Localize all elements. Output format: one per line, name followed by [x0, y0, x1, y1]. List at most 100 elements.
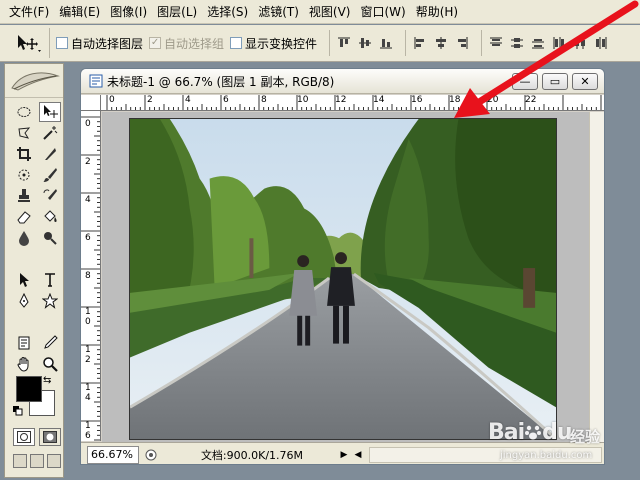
- h-ruler-label: 12: [335, 95, 347, 105]
- zoom-tool-icon[interactable]: [39, 354, 61, 374]
- options-bar: 自动选择图层 ✓ 自动选择组 显示变换控件: [0, 25, 640, 62]
- document-title: 未标题-1 @ 66.7% (图层 1 副本, RGB/8): [107, 74, 335, 89]
- baidu-watermark: Bai du 经验 jingyan.baidu.com: [488, 410, 618, 470]
- horizontal-ruler[interactable]: 0 2 4 6 8 10 12 14 16 18 20 22: [101, 95, 604, 111]
- v-ruler-label: 1 0: [85, 307, 91, 327]
- standard-mode-icon[interactable]: [13, 428, 35, 446]
- swap-colors-icon[interactable]: ⇆: [43, 376, 55, 388]
- vertical-ruler-ticks: [81, 116, 100, 441]
- lasso-tool-icon[interactable]: [13, 123, 35, 143]
- scroll-left-arrow-icon[interactable]: ◀: [351, 447, 365, 463]
- menu-help[interactable]: 帮助(H): [411, 2, 463, 22]
- menu-select[interactable]: 选择(S): [202, 2, 253, 22]
- align-horizontal-centers-icon[interactable]: [433, 34, 449, 52]
- h-ruler-label: 0: [109, 95, 115, 105]
- h-ruler-label: 8: [261, 95, 267, 105]
- hand-tool-icon[interactable]: [13, 354, 35, 374]
- auto-select-layer-label: 自动选择图层: [71, 36, 144, 51]
- magic-wand-icon[interactable]: [39, 123, 61, 143]
- auto-select-group-checkbox[interactable]: ✓ 自动选择组: [149, 35, 224, 52]
- custom-shape-icon[interactable]: [39, 291, 61, 311]
- status-info-icon[interactable]: [143, 447, 159, 463]
- eyedropper-icon[interactable]: [39, 333, 61, 353]
- v-ruler-label: 1 4: [85, 383, 91, 403]
- edit-mode-buttons: [13, 428, 61, 446]
- quick-mask-icon[interactable]: [39, 428, 61, 446]
- paint-bucket-icon[interactable]: [39, 207, 61, 227]
- menu-image[interactable]: 图像(I): [105, 2, 152, 22]
- menu-window[interactable]: 窗口(W): [355, 2, 410, 22]
- menu-layer[interactable]: 图层(L): [152, 2, 202, 22]
- auto-select-group-label: 自动选择组: [164, 36, 225, 51]
- blur-tool-icon[interactable]: [13, 228, 35, 248]
- tool-gap: [13, 249, 61, 253]
- align-top-edges-icon[interactable]: [336, 34, 352, 52]
- default-colors-icon[interactable]: [13, 406, 23, 416]
- park-path-photo: [130, 119, 556, 439]
- standard-screen-icon[interactable]: [13, 454, 27, 468]
- pen-tool-icon[interactable]: [13, 291, 35, 311]
- photoshop-document-icon: [89, 74, 103, 88]
- menu-filter[interactable]: 滤镜(T): [253, 2, 304, 22]
- path-selection-icon[interactable]: [13, 270, 35, 290]
- notes-tool-icon[interactable]: [13, 333, 35, 353]
- menu-view[interactable]: 视图(V): [304, 2, 356, 22]
- paw-icon: [525, 425, 542, 440]
- align-vertical-centers-icon[interactable]: [357, 34, 373, 52]
- align-left-edges-icon[interactable]: [412, 34, 428, 52]
- menu-bar: 文件(F) 编辑(E) 图像(I) 图层(L) 选择(S) 滤镜(T) 视图(V…: [0, 0, 640, 24]
- distribute-bottom-icon[interactable]: [530, 34, 546, 52]
- dodge-tool-icon[interactable]: [39, 228, 61, 248]
- minimize-icon[interactable]: —: [512, 72, 538, 90]
- canvas-photo[interactable]: [129, 118, 557, 440]
- tool-grid: [5, 98, 63, 374]
- distribute-left-icon[interactable]: [551, 34, 567, 52]
- vertical-ruler[interactable]: 0 2 4 6 8 1 0 1 2 1 4 1 6: [81, 111, 101, 441]
- status-menu-arrow-icon[interactable]: ▶: [337, 447, 351, 463]
- divider: [329, 30, 331, 56]
- auto-select-layer-checkbox[interactable]: 自动选择图层: [56, 35, 143, 52]
- slice-tool-icon[interactable]: [39, 144, 61, 164]
- h-ruler-label: 14: [373, 95, 385, 105]
- menu-edit[interactable]: 编辑(E): [54, 2, 105, 22]
- healing-brush-icon[interactable]: [13, 165, 35, 185]
- checkbox-box: [56, 37, 68, 49]
- h-ruler-label: 22: [525, 95, 537, 105]
- show-transform-controls-checkbox[interactable]: 显示变换控件: [230, 35, 317, 52]
- brush-tool-icon[interactable]: [39, 165, 61, 185]
- distribute-hcenter-icon[interactable]: [572, 34, 588, 52]
- distribute-top-icon[interactable]: [488, 34, 504, 52]
- align-bottom-edges-icon[interactable]: [378, 34, 394, 52]
- canvas-area[interactable]: [102, 112, 589, 442]
- vertical-scrollbar[interactable]: [589, 112, 604, 442]
- foreground-color-swatch[interactable]: [16, 376, 42, 402]
- crop-tool-icon[interactable]: [13, 144, 35, 164]
- ruler-origin[interactable]: [81, 95, 101, 111]
- document-titlebar[interactable]: 未标题-1 @ 66.7% (图层 1 副本, RGB/8) — ▭ ✕: [81, 69, 604, 94]
- checkbox-box: [230, 37, 243, 49]
- history-brush-icon[interactable]: [39, 186, 61, 206]
- v-ruler-label: 0: [85, 119, 91, 129]
- v-ruler-label: 8: [85, 271, 91, 281]
- align-right-edges-icon[interactable]: [454, 34, 470, 52]
- distribute-right-icon[interactable]: [593, 34, 609, 52]
- menu-file[interactable]: 文件(F): [4, 2, 54, 22]
- eraser-tool-icon[interactable]: [13, 207, 35, 227]
- h-ruler-label: 18: [449, 95, 461, 105]
- tool-preset-picker[interactable]: [6, 28, 50, 58]
- zoom-level-field[interactable]: 66.67%: [87, 445, 139, 464]
- close-icon[interactable]: ✕: [572, 72, 598, 90]
- move-tool-icon[interactable]: [39, 102, 61, 122]
- h-ruler-label: 4: [185, 95, 191, 105]
- marquee-tool-icon[interactable]: [13, 102, 35, 122]
- divider: [405, 30, 407, 56]
- feather-logo[interactable]: [5, 64, 63, 98]
- full-screen-menu-icon[interactable]: [30, 454, 44, 468]
- clone-stamp-icon[interactable]: [13, 186, 35, 206]
- distribute-vcenter-icon[interactable]: [509, 34, 525, 52]
- document-size-info: 文档:900.0K/1.76M: [200, 448, 304, 462]
- type-tool-icon[interactable]: [39, 270, 61, 290]
- full-screen-icon[interactable]: [47, 454, 61, 468]
- v-ruler-label: 2: [85, 157, 91, 167]
- maximize-icon[interactable]: ▭: [542, 72, 568, 90]
